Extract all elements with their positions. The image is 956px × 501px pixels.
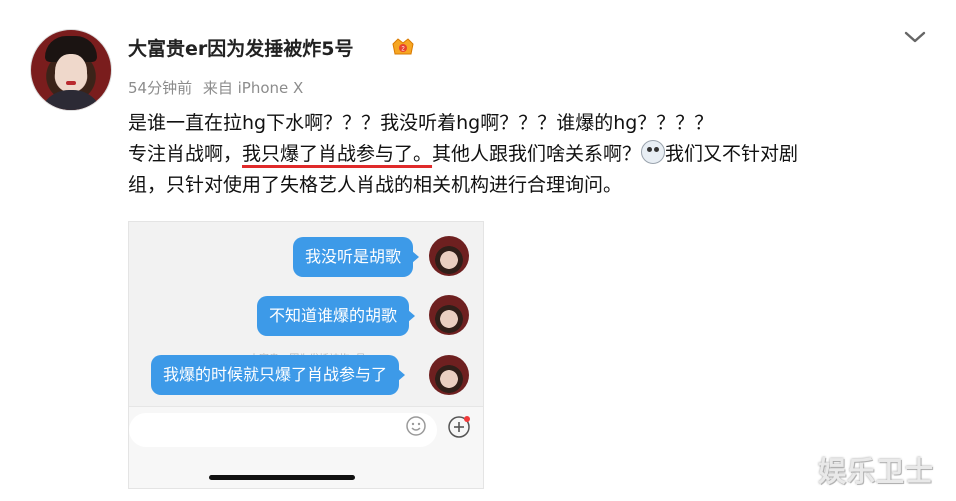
chat-bubble: 我爆的时候就只爆了肖战参与了 [151,355,406,395]
avatar-lips [66,81,76,85]
post-text-segment: 我们又不针对剧 [665,143,799,165]
chat-avatar [429,236,469,276]
post-line-1: 是谁一直在拉hg下水啊？？？我没听着hg啊？？？谁爆的hg？？？？ [128,112,714,134]
chat-bubble: 不知道谁爆的胡歌 [257,296,416,336]
post-line-3: 组，只针对使用了失格艺人肖战的相关机构进行合理询问。 [128,174,623,196]
chevron-down-icon[interactable] [903,28,927,46]
post-source[interactable]: 来自 iPhone X [203,79,303,97]
post-body: 是谁一直在拉hg下水啊？？？我没听着hg啊？？？谁爆的hg？？？？ 专注肖战啊，… [128,108,928,201]
avatar-robe [39,90,103,110]
user-avatar[interactable] [30,29,112,111]
home-indicator [209,475,355,480]
chat-screenshot-image[interactable]: 我没听是胡歌 不知道谁爆的胡歌 @大富贵er因为发捶被炸5号 我爆的时候就只爆了… [128,221,484,489]
post-meta: 54分钟前 来自 iPhone X [128,77,309,98]
underlined-text: 我只爆了肖战参与了。 [242,143,433,165]
chat-input-field[interactable] [129,413,437,447]
chat-avatar [429,355,469,395]
add-circle-icon[interactable] [447,415,471,439]
chat-avatar [429,295,469,335]
chat-bubble: 我没听是胡歌 [293,237,420,277]
post-line-2: 专注肖战啊，我只爆了肖战参与了。其他人跟我们啥关系啊？ 我们又不针对剧 [128,139,928,170]
vip-crown-icon: 2 [392,38,414,55]
post-text-segment: 专注肖战啊， [128,143,243,165]
avatar-face [55,54,87,92]
post-text-segment: 其他人跟我们啥关系啊？ [432,143,642,165]
emoji-icon [641,140,666,164]
user-name[interactable]: 大富贵er因为发捶被炸5号 [128,34,353,61]
emoji-smile-icon[interactable] [405,415,427,437]
site-watermark-logo: 娱乐卫士 [818,455,935,488]
post-time[interactable]: 54分钟前 [128,79,192,97]
